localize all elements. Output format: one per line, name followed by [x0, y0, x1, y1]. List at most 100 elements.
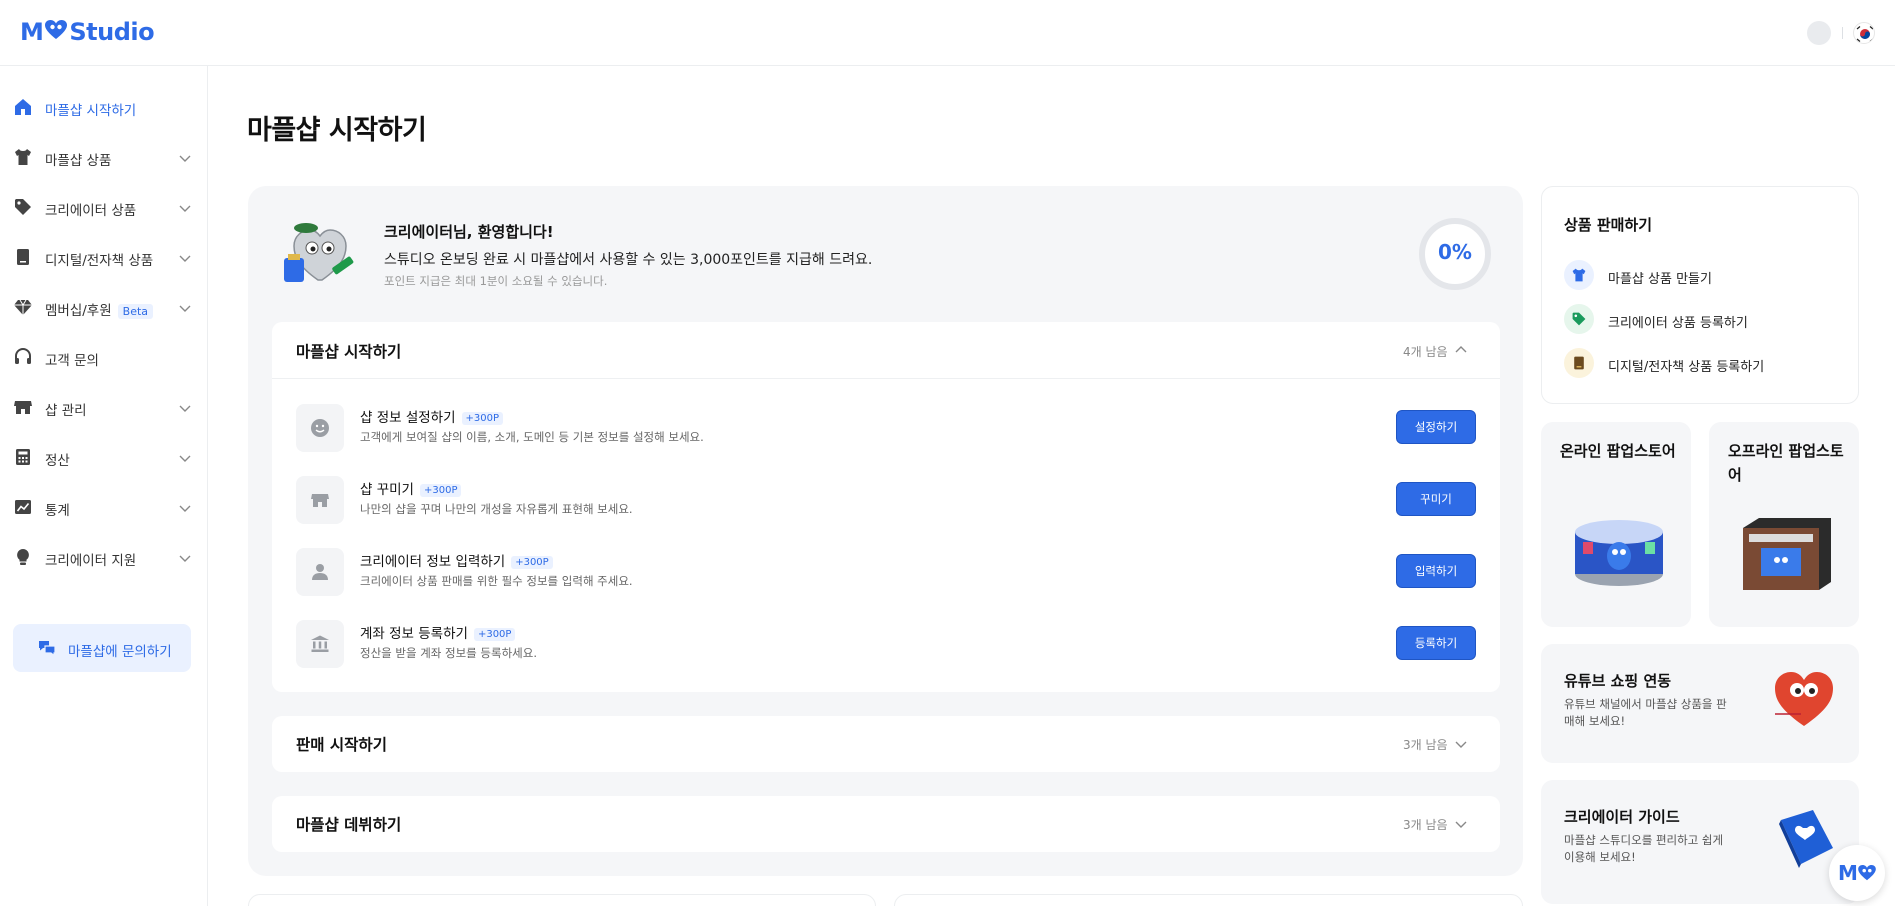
calculator-icon	[13, 447, 33, 467]
setup-button[interactable]: 설정하기	[1396, 410, 1476, 444]
tshirt-icon	[1564, 260, 1594, 290]
register-creator-product-link[interactable]: 크리에이터 상품 등록하기	[1564, 304, 1844, 334]
tshirt-icon	[13, 147, 33, 167]
make-marpple-product-link[interactable]: 마플샵 상품 만들기	[1564, 260, 1844, 290]
logo-text-studio: Studio	[69, 18, 155, 46]
sidebar-item-marpple-products[interactable]: 마플샵 상품	[0, 142, 207, 172]
avatar[interactable]	[1807, 21, 1831, 45]
sidebar-item-shop-management[interactable]: 샵 관리	[0, 392, 207, 422]
points-badge: +300P	[461, 412, 504, 425]
divider	[1842, 27, 1843, 39]
chevron-down-icon[interactable]	[178, 450, 192, 464]
popup-card-title: 오프라인 팝업스토어	[1728, 442, 1844, 484]
bottom-card-left	[248, 894, 876, 906]
headset-icon	[13, 347, 33, 367]
chevron-down-icon[interactable]	[178, 500, 192, 514]
task-decorate-shop: 샵 꾸미기 +300P 나만의 샵을 꾸며 나만의 개성을 자유롭게 표현해 보세…	[296, 474, 1476, 526]
ebook-icon	[1564, 348, 1594, 378]
heart-logo-icon	[1858, 865, 1876, 881]
store-icon	[296, 476, 344, 524]
sidebar-item-digital-products[interactable]: 디지털/전자책 상품	[0, 242, 207, 272]
logo-text-m: M	[20, 18, 44, 46]
sidebar-item-start[interactable]: 마플샵 시작하기	[0, 92, 207, 122]
sell-products-title: 상품 판매하기	[1564, 216, 1653, 234]
task-account-info: 계좌 정보 등록하기 +300P 정산을 받을 계좌 정보를 등록하세요. 등록하…	[296, 618, 1476, 670]
person-icon	[296, 548, 344, 596]
store-icon	[13, 397, 33, 417]
register-button[interactable]: 등록하기	[1396, 626, 1476, 660]
task-title-text: 샵 정보 설정하기	[360, 410, 456, 426]
section-divider	[272, 378, 1500, 379]
chevron-down-icon[interactable]	[1454, 736, 1468, 750]
progress-percent: 0%	[1438, 240, 1472, 264]
section-marpple-debut[interactable]: 마플샵 데뷔하기 3개 남음	[272, 796, 1500, 852]
section-title: 마플샵 시작하기	[296, 343, 402, 361]
sell-item-label: 마플샵 상품 만들기	[1608, 272, 1712, 287]
online-popup-store-card[interactable]: 온라인 팝업스토어	[1541, 422, 1691, 627]
task-title: 계좌 정보 등록하기 +300P	[360, 622, 516, 642]
sidebar-item-label: 크리에이터 상품	[45, 203, 137, 219]
youtube-shopping-card[interactable]: 유튜브 쇼핑 연동 유튜브 채널에서 마플샵 상품을 판매해 보세요!	[1541, 644, 1859, 763]
popup-card-title: 온라인 팝업스토어	[1560, 442, 1676, 460]
register-digital-product-link[interactable]: 디지털/전자책 상품 등록하기	[1564, 348, 1844, 378]
chat-bubbles-icon	[37, 638, 57, 658]
offline-popup-store-card[interactable]: 오프라인 팝업스토어	[1709, 422, 1859, 627]
sidebar-item-creator-products[interactable]: 크리에이터 상품	[0, 192, 207, 222]
bottom-card-right	[894, 894, 1523, 906]
promo-card-description: 마플샵 스튜디오를 편리하고 쉽게 이용해 보세요!	[1564, 833, 1724, 864]
section-start-selling[interactable]: 판매 시작하기 3개 남음	[272, 716, 1500, 772]
sidebar-item-label: 고객 문의	[45, 353, 99, 369]
chevron-down-icon[interactable]	[178, 250, 192, 264]
heart-mascot-illustration	[1771, 668, 1837, 732]
decorate-button[interactable]: 꾸미기	[1396, 482, 1476, 516]
task-title: 크리에이터 정보 입력하기 +300P	[360, 550, 553, 570]
sidebar-item-settlement[interactable]: 정산	[0, 442, 207, 472]
ebook-icon	[13, 247, 33, 267]
tag-icon	[13, 197, 33, 217]
sidebar-item-creator-support[interactable]: 크리에이터 지원	[0, 542, 207, 572]
chevron-up-icon[interactable]	[1454, 342, 1468, 356]
section-title: 판매 시작하기	[296, 736, 387, 754]
task-shop-info: 샵 정보 설정하기 +300P 고객에게 보여질 샵의 이름, 소개, 도메인 등…	[296, 402, 1476, 454]
online-store-illustration	[1571, 512, 1667, 592]
inquiry-button-label: 마플샵에 문의하기	[68, 644, 172, 660]
sidebar-item-customer-inquiry[interactable]: 고객 문의	[0, 342, 207, 372]
sidebar-item-label: 마플샵 상품	[45, 153, 112, 169]
sidebar-item-label: 디지털/전자책 상품	[45, 253, 154, 269]
points-badge: +300P	[419, 484, 462, 497]
korea-flag-icon[interactable]	[1853, 22, 1875, 44]
marpple-inquiry-button[interactable]: 마플샵에 문의하기	[13, 624, 191, 672]
sidebar-item-membership[interactable]: 멤버십/후원 Beta	[0, 292, 207, 322]
chart-icon	[13, 497, 33, 517]
welcome-note: 포인트 지급은 최대 1분이 소요될 수 있습니다.	[384, 274, 608, 288]
creator-guide-card[interactable]: 크리에이터 가이드 마플샵 스튜디오를 편리하고 쉽게 이용해 보세요!	[1541, 780, 1859, 904]
chevron-down-icon[interactable]	[178, 200, 192, 214]
logo[interactable]: M Studio	[20, 18, 155, 46]
chevron-down-icon[interactable]	[178, 300, 192, 314]
sidebar-item-label: 마플샵 시작하기	[45, 103, 137, 119]
section-title: 마플샵 데뷔하기	[296, 816, 402, 834]
task-title-text: 크리에이터 정보 입력하기	[360, 554, 506, 570]
bank-icon	[296, 620, 344, 668]
chevron-down-icon[interactable]	[178, 400, 192, 414]
section-remaining: 3개 남음	[1403, 818, 1448, 832]
diamond-icon	[13, 297, 33, 317]
chevron-down-icon[interactable]	[178, 550, 192, 564]
section-remaining: 4개 남음	[1403, 345, 1448, 359]
task-title: 샵 정보 설정하기 +300P	[360, 406, 504, 426]
sidebar-item-label: 멤버십/후원 Beta	[45, 299, 154, 319]
welcome-title: 크리에이터님, 환영합니다!	[384, 223, 554, 241]
floating-help-button[interactable]: M	[1829, 845, 1885, 901]
sidebar-item-label: 샵 관리	[45, 403, 87, 419]
chevron-down-icon[interactable]	[178, 150, 192, 164]
task-description: 고객에게 보여질 샵의 이름, 소개, 도메인 등 기본 정보를 설정해 보세요…	[360, 430, 704, 444]
points-badge: +300P	[473, 628, 516, 641]
points-badge: +300P	[511, 556, 553, 569]
sidebar-item-statistics[interactable]: 통계	[0, 492, 207, 522]
chevron-down-icon[interactable]	[1454, 816, 1468, 830]
sell-item-label: 크리에이터 상품 등록하기	[1608, 316, 1748, 331]
section-remaining: 3개 남음	[1403, 738, 1448, 752]
promo-card-description: 유튜브 채널에서 마플샵 상품을 판매해 보세요!	[1564, 697, 1727, 728]
sell-item-label: 디지털/전자책 상품 등록하기	[1608, 360, 1765, 375]
input-button[interactable]: 입력하기	[1396, 554, 1476, 588]
